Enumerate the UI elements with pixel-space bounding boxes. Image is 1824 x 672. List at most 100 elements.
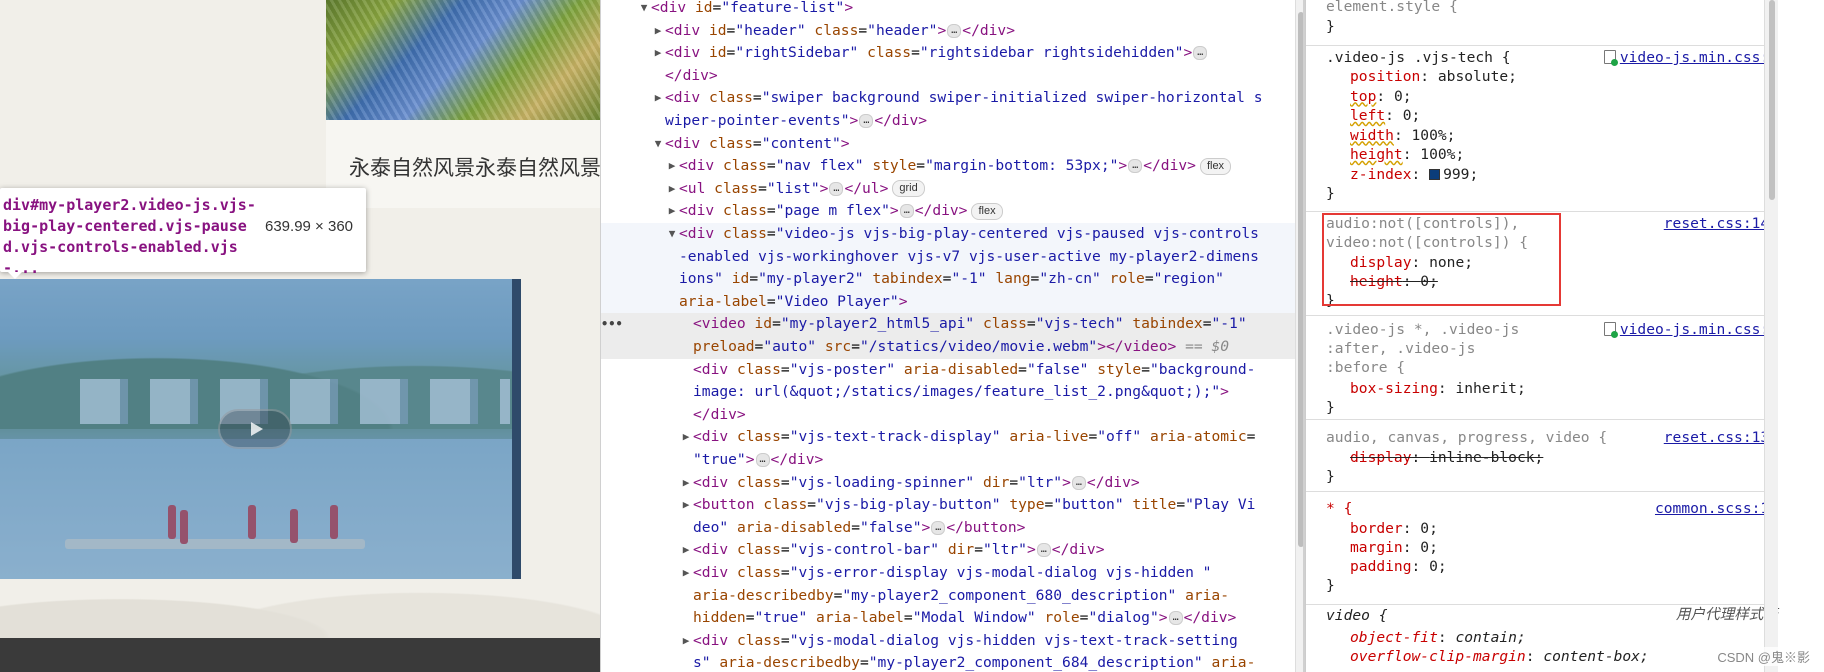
dom-node-row[interactable]: deo" aria-disabled="false">… </button> <box>601 517 1301 540</box>
rule-universal[interactable]: * { common.scss:17 border: 0; margin: 0; p… <box>1306 493 1778 605</box>
expand-triangle-icon[interactable]: ▶ <box>651 20 665 43</box>
css-prop-object-fit[interactable]: object-fit: contain; <box>1326 628 1526 647</box>
collapse-triangle-icon[interactable]: ▼ <box>637 0 651 20</box>
dom-node-markup[interactable]: <ul class="list">… </ul> grid <box>679 178 925 201</box>
dom-node-row[interactable]: ▶ <div class="page m flex">… </div> flex <box>601 200 1301 223</box>
css-prop-position[interactable]: position: absolute; <box>1326 67 1517 86</box>
css-prop-box-sizing[interactable]: box-sizing: inherit; <box>1326 379 1526 398</box>
styles-scroll-thumb[interactable] <box>1769 0 1775 200</box>
layer-icon[interactable] <box>1429 168 1441 180</box>
css-prop-overflow-clip-margin[interactable]: overflow-clip-margin: content-box; <box>1326 647 1649 666</box>
rule-vjs-tech[interactable]: .video-js .vjs-tech { video-js.min.css:1… <box>1306 47 1778 212</box>
rule-source[interactable]: video-js.min.css:1 <box>1603 320 1778 339</box>
css-prop-padding[interactable]: padding: 0; <box>1326 557 1447 576</box>
dom-node-markup[interactable]: image: url(&quot;/statics/images/feature… <box>693 381 1229 404</box>
dom-node-markup[interactable]: hidden="true" aria-label="Modal Window" … <box>693 607 1236 630</box>
dom-node-row[interactable]: ▶ <div class="swiper background swiper-in… <box>601 87 1301 110</box>
dom-node-markup[interactable]: <div class="vjs-error-display vjs-modal-… <box>693 562 1211 585</box>
dom-node-markup[interactable]: aria-describedby="my-player2_component_6… <box>693 585 1229 608</box>
expand-triangle-icon[interactable]: ▶ <box>679 630 693 653</box>
dom-node-markup[interactable]: <div class="swiper background swiper-ini… <box>665 87 1263 110</box>
css-prop-z-index[interactable]: z-index: 999; <box>1326 165 1478 184</box>
dom-node-markup[interactable]: <div id="header" class="header">… </div> <box>665 20 1015 43</box>
dom-node-row[interactable]: ▶ <div class="vjs-text-track-display" ari… <box>601 426 1301 449</box>
dom-node-row[interactable]: ▶ <div id="header" class="header">… </div> <box>601 20 1301 43</box>
expand-triangle-icon[interactable]: ▶ <box>651 87 665 110</box>
dom-node-markup[interactable]: </div> <box>665 65 718 88</box>
dom-node-markup[interactable]: <div class="nav flex" style="margin-bott… <box>679 155 1232 178</box>
dom-node-markup[interactable]: <div class="vjs-text-track-display" aria… <box>693 426 1255 449</box>
dom-node-markup[interactable]: deo" aria-disabled="false">… </button> <box>693 517 1025 540</box>
dom-node-row[interactable]: aria-describedby="my-player2_component_6… <box>601 585 1301 608</box>
dom-node-markup[interactable]: ions" id="my-player2" tabindex="-1" lang… <box>679 268 1224 291</box>
dom-node-markup[interactable]: </div> <box>693 404 746 427</box>
dom-node-row[interactable]: ▶ <div class="vjs-loading-spinner" dir="l… <box>601 472 1301 495</box>
expand-triangle-icon[interactable]: ▶ <box>679 472 693 495</box>
css-prop-border[interactable]: border: 0; <box>1326 519 1438 538</box>
dom-node-row[interactable]: </div> <box>601 404 1301 427</box>
dom-node-row[interactable]: ▼ <div id="feature-list"> <box>601 0 1301 20</box>
collapse-triangle-icon[interactable]: ▼ <box>651 133 665 156</box>
dom-node-markup[interactable]: <div class="vjs-modal-dialog vjs-hidden … <box>693 630 1238 653</box>
dom-node-markup[interactable]: <div class="page m flex">… </div> flex <box>679 200 1003 223</box>
expand-triangle-icon[interactable]: ▶ <box>651 42 665 65</box>
expand-triangle-icon[interactable]: ▶ <box>665 178 679 201</box>
rule-video-ua[interactable]: video { 用户代理样式表 object-fit: contain; over… <box>1306 606 1778 672</box>
dom-node-markup[interactable]: <div id="feature-list"> <box>651 0 853 20</box>
collapse-triangle-icon[interactable]: ▼ <box>665 223 679 246</box>
dom-node-markup[interactable]: <div class="vjs-control-bar" dir="ltr">…… <box>693 539 1105 562</box>
dom-node-row[interactable]: ▼ <div class="content"> <box>601 133 1301 156</box>
dom-node-markup[interactable]: aria-label="Video Player"> <box>679 291 907 314</box>
css-prop-width[interactable]: width: 100%; <box>1326 126 1455 145</box>
rule-video-js-star[interactable]: .video-js *, .video-js :after, .video-js… <box>1306 317 1778 420</box>
dom-node-markup[interactable]: <div class="content"> <box>665 133 850 156</box>
css-prop-left[interactable]: left: 0; <box>1326 106 1420 125</box>
dom-node-row[interactable]: <div class="vjs-poster" aria-disabled="f… <box>601 359 1301 382</box>
expand-triangle-icon[interactable]: ▶ <box>665 155 679 178</box>
rule-media-elements[interactable]: audio, canvas, progress, video { reset.c… <box>1306 421 1778 492</box>
expand-triangle-icon[interactable]: ▶ <box>679 426 693 449</box>
dom-node-row[interactable]: preload="auto" src="/statics/video/movie… <box>601 336 1301 359</box>
dom-node-markup[interactable]: <div class="video-js vjs-big-play-center… <box>679 223 1259 246</box>
dom-node-row[interactable]: ▼ <div class="video-js vjs-big-play-cente… <box>601 223 1301 246</box>
elements-panel[interactable]: ▼ <div id="feature-list"> ▶ <div id="header… <box>601 0 1305 672</box>
dom-node-row[interactable]: ▶ <div class="nav flex" style="margin-bot… <box>601 155 1301 178</box>
expand-triangle-icon[interactable]: ▶ <box>679 562 693 585</box>
dom-node-row[interactable]: "true">… </div> <box>601 449 1301 472</box>
dom-node-markup[interactable]: <div class="vjs-loading-spinner" dir="lt… <box>693 472 1140 495</box>
dom-node-markup[interactable]: "true">… </div> <box>693 449 823 472</box>
dom-node-row[interactable]: wiper-pointer-events">… </div> <box>601 110 1301 133</box>
styles-panel[interactable]: element.style { } .video-js .vjs-tech { … <box>1305 0 1824 672</box>
css-prop-top[interactable]: top: 0; <box>1326 87 1412 106</box>
dom-node-row[interactable]: image: url(&quot;/statics/images/feature… <box>601 381 1301 404</box>
expand-triangle-icon[interactable]: ▶ <box>679 539 693 562</box>
rule-source-link[interactable]: reset.css:140 <box>1664 214 1778 233</box>
dom-node-row[interactable]: aria-label="Video Player"> <box>601 290 1301 314</box>
dom-node-row[interactable]: </div> <box>601 65 1301 88</box>
big-play-button[interactable] <box>218 409 292 449</box>
dom-node-row[interactable]: ions" id="my-player2" tabindex="-1" lang… <box>601 268 1301 291</box>
dom-node-markup[interactable]: <div class="vjs-poster" aria-disabled="f… <box>693 359 1255 382</box>
expand-triangle-icon[interactable]: ▶ <box>665 200 679 223</box>
dom-node-markup[interactable]: <video id="my-player2_html5_api" class="… <box>693 313 1247 336</box>
rule-element-style[interactable]: element.style { } <box>1306 0 1778 46</box>
dom-node-row[interactable]: ▶ <button class="vjs-big-play-button" typ… <box>601 494 1301 517</box>
rule-source-link[interactable]: video-js.min.css:1 <box>1620 49 1778 66</box>
rule-source-link[interactable]: video-js.min.css:1 <box>1620 321 1778 338</box>
dom-node-row[interactable]: ▶ <ul class="list">… </ul> grid <box>601 178 1301 201</box>
dom-node-markup[interactable]: <div id="rightSidebar" class="rightsideb… <box>665 42 1208 65</box>
dom-node-row[interactable]: <video id="my-player2_html5_api" class="… <box>601 313 1301 336</box>
dom-node-row[interactable]: ▶ <div id="rightSidebar" class="rightside… <box>601 42 1301 65</box>
dom-node-markup[interactable]: -enabled vjs-workinghover vjs-v7 vjs-use… <box>679 246 1259 269</box>
rule-source-link[interactable]: reset.css:133 <box>1664 428 1778 447</box>
dom-node-markup[interactable]: wiper-pointer-events">… </div> <box>665 110 927 133</box>
rule-source-link[interactable]: common.scss:17 <box>1655 499 1778 518</box>
css-prop-margin[interactable]: margin: 0; <box>1326 538 1438 557</box>
dom-node-row[interactable]: hidden="true" aria-label="Modal Window" … <box>601 607 1301 630</box>
dom-node-row[interactable]: ▶ <div class="vjs-control-bar" dir="ltr">… <box>601 539 1301 562</box>
dom-node-row[interactable]: ▶ <div class="vjs-error-display vjs-modal… <box>601 562 1301 585</box>
dom-node-markup[interactable]: preload="auto" src="/statics/video/movie… <box>693 336 1229 359</box>
node-actions-icon[interactable]: ••• <box>601 313 623 336</box>
styles-scrollbar[interactable] <box>1764 0 1778 672</box>
rule-source[interactable]: video-js.min.css:1 <box>1603 48 1778 67</box>
